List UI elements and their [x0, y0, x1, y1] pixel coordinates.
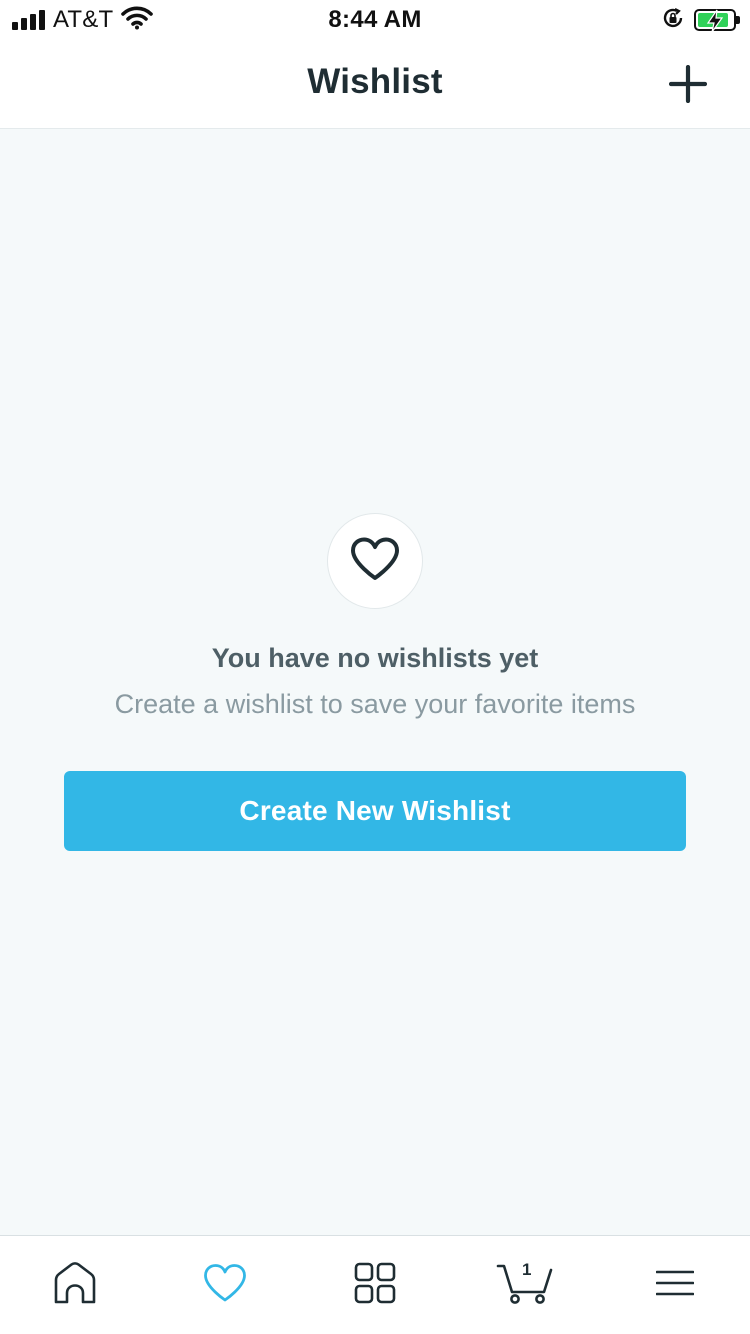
- create-new-wishlist-button[interactable]: Create New Wishlist: [64, 771, 686, 851]
- tab-bar: 1: [0, 1235, 750, 1334]
- cart-badge: 1: [522, 1260, 532, 1279]
- tab-home[interactable]: [0, 1236, 150, 1334]
- navigation-bar: Wishlist: [0, 40, 750, 129]
- menu-icon: [655, 1270, 695, 1301]
- status-right: [662, 6, 740, 34]
- battery-charging-icon: [694, 9, 740, 33]
- status-bar: AT&T 8:44 AM: [0, 0, 750, 40]
- empty-state-title: You have no wishlists yet: [211, 643, 539, 673]
- status-time: 8:44 AM: [328, 6, 422, 33]
- heart-icon: [203, 1263, 247, 1308]
- empty-state: You have no wishlists yet Create a wishl…: [0, 129, 750, 1235]
- plus-icon: [668, 64, 708, 108]
- tab-menu[interactable]: [600, 1236, 750, 1334]
- tab-categories[interactable]: [300, 1236, 450, 1334]
- empty-state-icon-circle: [327, 513, 423, 609]
- page-title: Wishlist: [307, 62, 443, 101]
- tab-cart[interactable]: 1: [450, 1236, 600, 1334]
- grid-icon: [354, 1262, 396, 1309]
- home-icon: [52, 1260, 98, 1311]
- tab-wishlist[interactable]: [150, 1236, 300, 1334]
- empty-state-subtitle: Create a wishlist to save your favorite …: [114, 689, 636, 719]
- add-wishlist-button[interactable]: [660, 58, 716, 114]
- wishlist-screen: AT&T 8:44 AM Wishlist You have no wishli…: [0, 0, 750, 1334]
- orientation-lock-icon: [662, 7, 684, 34]
- heart-icon: [350, 537, 400, 586]
